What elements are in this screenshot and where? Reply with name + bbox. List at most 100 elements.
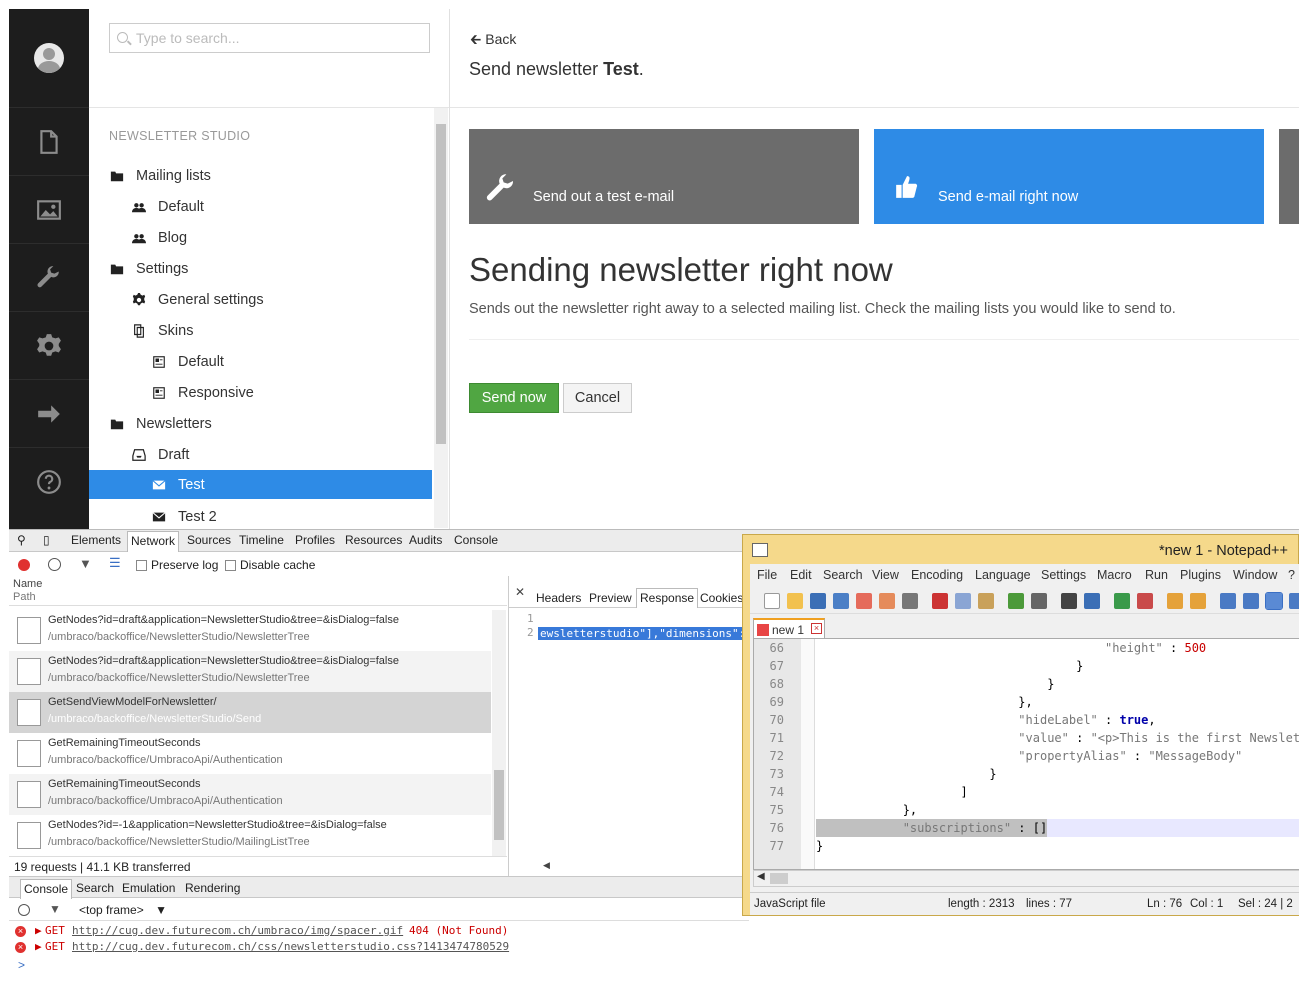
expand-icon[interactable]: ▶ (35, 924, 42, 937)
nav-developer[interactable] (9, 243, 89, 311)
indent-guide-icon[interactable] (1265, 592, 1283, 610)
request-row[interactable]: GetNodes?id=-1&application=NewsletterStu… (9, 815, 491, 856)
nav-media[interactable] (9, 175, 89, 243)
tab-console-drawer[interactable]: Console (20, 879, 73, 899)
tab-audits[interactable]: Audits (409, 533, 442, 547)
tree-item-test[interactable]: Test (89, 470, 432, 499)
response-content[interactable]: ewsletterstudio"],"dimensions": (538, 627, 748, 640)
code-editor[interactable]: 66 "height" : 500 67 } 68 } 69 }, 70 "hideLa… (753, 638, 1299, 870)
sync-h-icon[interactable] (1190, 593, 1206, 609)
nav-help[interactable] (9, 447, 89, 515)
menu-language[interactable]: Language (975, 568, 1031, 582)
tree-item-newsletters[interactable]: Newsletters (109, 409, 212, 438)
clear-icon[interactable] (18, 904, 30, 916)
tab-resources[interactable]: Resources (345, 533, 402, 547)
tree-item-default[interactable]: Default (131, 192, 204, 221)
tree-item-mailing-lists[interactable]: Mailing lists (109, 161, 211, 190)
show-all-chars-icon[interactable] (1243, 593, 1259, 609)
paste-icon[interactable] (978, 593, 994, 609)
sync-v-icon[interactable] (1167, 593, 1183, 609)
menu-edit[interactable]: Edit (790, 568, 812, 582)
horizontal-scrollbar[interactable]: ◀ (753, 870, 1299, 887)
error-url[interactable]: http://cug.dev.futurecom.ch/css/newslett… (72, 940, 509, 953)
tree-item-draft[interactable]: Draft (131, 440, 189, 469)
more-icon[interactable] (1289, 593, 1299, 609)
scrollbar-thumb[interactable] (494, 770, 504, 840)
avatar[interactable] (34, 43, 64, 73)
menu-search[interactable]: Search (823, 568, 863, 582)
column-name[interactable]: Name (13, 578, 507, 591)
code-line[interactable]: 74 ] (754, 783, 1299, 801)
code-line[interactable]: 68 } (754, 675, 1299, 693)
tree-item-responsive[interactable]: Responsive (151, 378, 254, 407)
save-all-icon[interactable] (833, 593, 849, 609)
tab-network[interactable]: Network (127, 531, 180, 552)
tab-elements[interactable]: Elements (71, 533, 121, 547)
open-file-icon[interactable] (787, 593, 803, 609)
tab-headers[interactable]: Headers (536, 591, 581, 605)
tab-search[interactable]: Search (76, 881, 114, 895)
send-test-tile[interactable]: Send out a test e-mail (469, 129, 859, 224)
tab-cookies[interactable]: Cookies (700, 591, 743, 605)
menu-macro[interactable]: Macro (1097, 568, 1132, 582)
close-all-icon[interactable] (879, 593, 895, 609)
new-file-icon[interactable] (764, 593, 780, 609)
tab-preview[interactable]: Preview (589, 591, 632, 605)
find-icon[interactable] (1061, 593, 1077, 609)
menu-file[interactable]: File (757, 568, 777, 582)
scrollbar-thumb[interactable] (436, 124, 446, 444)
scroll-left-icon[interactable]: ◀ (543, 860, 550, 871)
inspect-icon[interactable]: ⚲ (17, 533, 26, 547)
column-path[interactable]: Path (13, 591, 507, 604)
close-tab-icon[interactable]: × (811, 623, 822, 634)
code-line[interactable]: 66 "height" : 500 (754, 639, 1299, 657)
send-now-button[interactable]: Send now (469, 383, 559, 413)
menu-help[interactable]: ? (1288, 568, 1295, 582)
save-icon[interactable] (810, 593, 826, 609)
replace-icon[interactable] (1084, 593, 1100, 609)
code-line[interactable]: 72 "propertyAlias" : "MessageBody" (754, 747, 1299, 765)
frame-select[interactable]: <top frame> ▼ (79, 903, 167, 917)
file-tab[interactable]: new 1 × (753, 618, 825, 638)
request-row[interactable]: GetRemainingTimeoutSeconds /umbraco/back… (9, 774, 491, 815)
clear-icon[interactable] (48, 558, 61, 571)
tab-timeline[interactable]: Timeline (239, 533, 284, 547)
menu-run[interactable]: Run (1145, 568, 1168, 582)
code-line[interactable]: 77} (754, 837, 1299, 855)
tree-item-skins[interactable]: Skins (131, 316, 193, 345)
tab-emulation[interactable]: Emulation (122, 881, 175, 895)
print-icon[interactable] (902, 593, 918, 609)
tab-console[interactable]: Console (454, 533, 498, 547)
menu-view[interactable]: View (872, 568, 899, 582)
search-input[interactable]: Type to search... (109, 23, 430, 53)
record-icon[interactable] (18, 559, 30, 571)
nav-content[interactable] (9, 107, 89, 175)
tree-item-settings[interactable]: Settings (109, 254, 188, 283)
menu-window[interactable]: Window (1233, 568, 1277, 582)
filter-icon[interactable]: ▼ (49, 902, 61, 916)
list-view-icon[interactable]: ☰ (109, 555, 121, 571)
tree-item-blog[interactable]: Blog (131, 223, 187, 252)
tab-response[interactable]: Response (636, 588, 699, 608)
request-row[interactable]: GetRemainingTimeoutSeconds /umbraco/back… (9, 733, 491, 774)
code-line[interactable]: 71 "value" : "<p>This is the first Newsl… (754, 729, 1299, 747)
zoom-out-icon[interactable] (1137, 593, 1153, 609)
menu-settings[interactable]: Settings (1041, 568, 1086, 582)
menu-plugins[interactable]: Plugins (1180, 568, 1221, 582)
request-row[interactable]: GetNodes?id=draft&application=Newsletter… (9, 610, 491, 651)
back-link[interactable]: 🡰 Back (470, 29, 516, 53)
code-line[interactable]: 73 } (754, 765, 1299, 783)
zoom-in-icon[interactable] (1114, 593, 1130, 609)
redo-icon[interactable] (1031, 593, 1047, 609)
code-line[interactable]: 69 }, (754, 693, 1299, 711)
console-prompt[interactable]: > (18, 958, 25, 972)
error-url[interactable]: http://cug.dev.futurecom.ch/umbraco/img/… (72, 924, 403, 937)
nav-newsletter[interactable] (9, 379, 89, 447)
code-line[interactable]: 70 "hideLabel" : true, (754, 711, 1299, 729)
scroll-left-icon[interactable]: ◀ (757, 871, 765, 882)
tab-profiles[interactable]: Profiles (295, 533, 335, 547)
cancel-button[interactable]: Cancel (563, 383, 632, 413)
tree-scrollbar[interactable] (434, 108, 448, 528)
preserve-log-checkbox[interactable]: Preserve log (136, 558, 218, 572)
tree-item-general-settings[interactable]: General settings (131, 285, 264, 314)
